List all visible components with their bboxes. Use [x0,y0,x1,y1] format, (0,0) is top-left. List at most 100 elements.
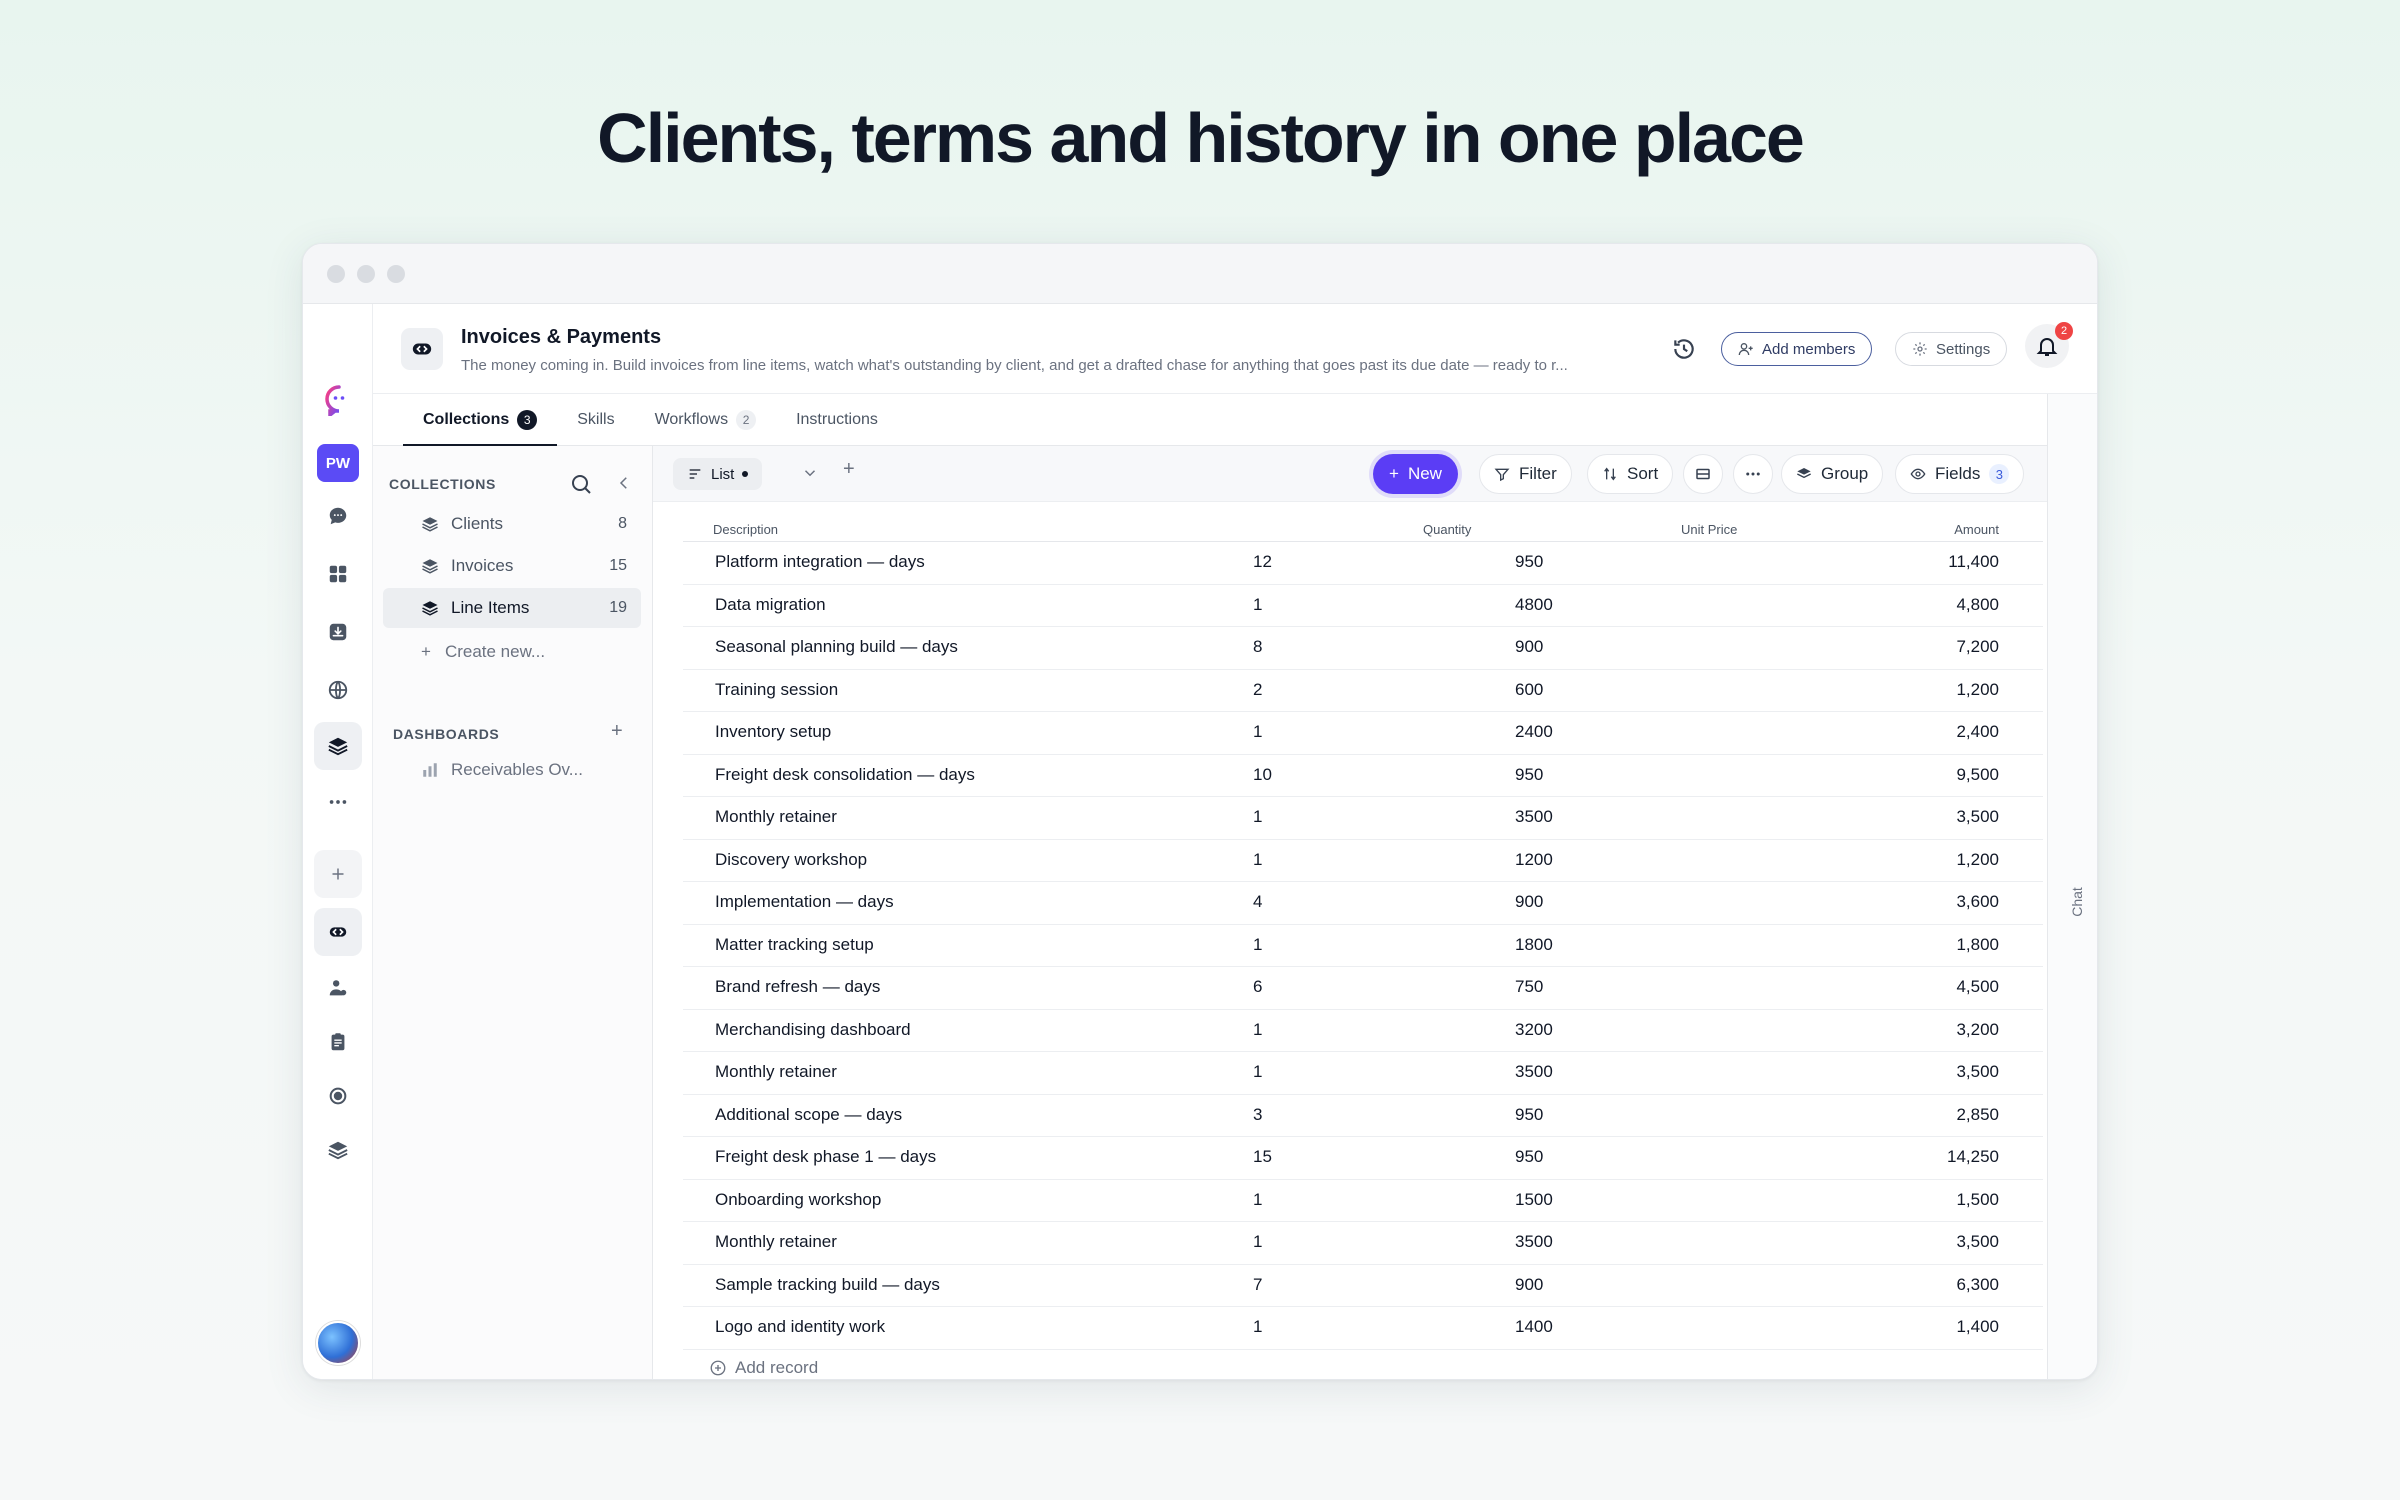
more-options-button[interactable] [1733,454,1773,494]
cell-description[interactable]: Freight desk phase 1 — days [715,1147,936,1167]
cell-unit-price[interactable]: 600 [1515,680,1543,700]
cell-unit-price[interactable]: 4800 [1515,595,1553,615]
cell-amount[interactable]: 4,500 [1956,977,1999,997]
cell-unit-price[interactable]: 750 [1515,977,1543,997]
window-minimize-dot[interactable] [357,264,375,283]
column-header-description[interactable]: Description [713,522,778,537]
cell-quantity[interactable]: 15 [1253,1147,1272,1167]
table-row[interactable]: Monthly retainer 1 3500 3,500 [683,797,2043,840]
cell-description[interactable]: Monthly retainer [715,1062,837,1082]
cell-unit-price[interactable]: 900 [1515,892,1543,912]
cell-quantity[interactable]: 1 [1253,1020,1262,1040]
add-record-button[interactable]: Add record [683,1350,2043,1380]
sidebar-item-clients[interactable]: Clients 8 [383,504,641,544]
create-new-collection[interactable]: + Create new... [421,642,545,662]
table-row[interactable]: Data migration 1 4800 4,800 [683,585,2043,627]
rail-target-icon[interactable] [314,1072,362,1120]
cell-quantity[interactable]: 6 [1253,977,1262,997]
rail-apps-icon[interactable] [314,550,362,598]
rail-chat-icon[interactable] [314,492,362,540]
window-maximize-dot[interactable] [387,264,405,283]
cell-description[interactable]: Monthly retainer [715,807,837,827]
cell-unit-price[interactable]: 900 [1515,637,1543,657]
cell-unit-price[interactable]: 2400 [1515,722,1553,742]
view-selector-list[interactable]: List [673,458,763,490]
cell-unit-price[interactable]: 1800 [1515,935,1553,955]
cell-description[interactable]: Sample tracking build — days [715,1275,940,1295]
cell-description[interactable]: Onboarding workshop [715,1190,881,1210]
rail-more-icon[interactable] [314,778,362,826]
cell-unit-price[interactable]: 950 [1515,552,1543,572]
cell-quantity[interactable]: 1 [1253,1190,1262,1210]
cell-amount[interactable]: 3,600 [1956,892,1999,912]
cell-quantity[interactable]: 7 [1253,1275,1262,1295]
cell-unit-price[interactable]: 900 [1515,1275,1543,1295]
table-row[interactable]: Matter tracking setup 1 1800 1,800 [683,925,2043,967]
cell-unit-price[interactable]: 3500 [1515,807,1553,827]
cell-unit-price[interactable]: 1500 [1515,1190,1553,1210]
new-record-button[interactable]: + New [1373,454,1458,494]
cell-description[interactable]: Matter tracking setup [715,935,874,955]
cell-quantity[interactable]: 1 [1253,1232,1262,1252]
rail-clipboard-icon[interactable] [314,1018,362,1066]
cell-description[interactable]: Logo and identity work [715,1317,885,1337]
cell-quantity[interactable]: 1 [1253,1317,1262,1337]
user-avatar[interactable] [316,1321,360,1365]
cell-quantity[interactable]: 10 [1253,765,1272,785]
add-view-icon[interactable]: + [843,458,855,481]
cell-description[interactable]: Freight desk consolidation — days [715,765,975,785]
window-close-dot[interactable] [327,264,345,283]
sidebar-item-receivables-dashboard[interactable]: Receivables Ov... [421,760,583,780]
cell-quantity[interactable]: 1 [1253,850,1262,870]
table-row[interactable]: Monthly retainer 1 3500 3,500 [683,1052,2043,1095]
cell-quantity[interactable]: 8 [1253,637,1262,657]
cell-quantity[interactable]: 1 [1253,807,1262,827]
cell-amount[interactable]: 2,400 [1956,722,1999,742]
cell-amount[interactable]: 3,200 [1956,1020,1999,1040]
cell-amount[interactable]: 4,800 [1956,595,1999,615]
table-row[interactable]: Platform integration — days 12 950 11,400 [683,542,2043,585]
rail-inbox-icon[interactable] [314,608,362,656]
table-row[interactable]: Seasonal planning build — days 8 900 7,200 [683,627,2043,670]
table-row[interactable]: Inventory setup 1 2400 2,400 [683,712,2043,755]
table-row[interactable]: Brand refresh — days 6 750 4,500 [683,967,2043,1010]
cell-description[interactable]: Platform integration — days [715,552,925,572]
tab-instructions[interactable]: Instructions [776,394,898,446]
cell-quantity[interactable]: 4 [1253,892,1262,912]
cell-unit-price[interactable]: 950 [1515,1147,1543,1167]
tab-workflows[interactable]: Workflows 2 [635,394,777,446]
notifications-button[interactable]: 2 [2025,322,2073,368]
sidebar-item-invoices[interactable]: Invoices 15 [383,546,641,586]
cell-description[interactable]: Inventory setup [715,722,831,742]
cell-unit-price[interactable]: 1200 [1515,850,1553,870]
add-members-button[interactable]: Add members [1721,332,1873,366]
rail-people-icon[interactable] [314,964,362,1012]
chevron-left-icon[interactable] [615,474,633,492]
cell-quantity[interactable]: 3 [1253,1105,1262,1125]
cell-quantity[interactable]: 1 [1253,722,1262,742]
cell-unit-price[interactable]: 950 [1515,765,1543,785]
add-dashboard-icon[interactable]: + [611,720,623,743]
cell-unit-price[interactable]: 3200 [1515,1020,1553,1040]
cell-amount[interactable]: 1,200 [1956,680,1999,700]
table-row[interactable]: Onboarding workshop 1 1500 1,500 [683,1180,2043,1222]
table-row[interactable]: Merchandising dashboard 1 3200 3,200 [683,1010,2043,1052]
sidebar-item-line-items[interactable]: Line Items 19 [383,588,641,628]
cell-amount[interactable]: 7,200 [1956,637,1999,657]
table-row[interactable]: Additional scope — days 3 950 2,850 [683,1095,2043,1137]
group-button[interactable]: Group [1781,454,1884,494]
cell-quantity[interactable]: 12 [1253,552,1272,572]
cell-description[interactable]: Merchandising dashboard [715,1020,911,1040]
cell-quantity[interactable]: 1 [1253,935,1262,955]
cell-quantity[interactable]: 1 [1253,595,1262,615]
cell-description[interactable]: Discovery workshop [715,850,867,870]
cell-description[interactable]: Training session [715,680,838,700]
cell-description[interactable]: Implementation — days [715,892,894,912]
cell-amount[interactable]: 1,200 [1956,850,1999,870]
column-header-unit-price[interactable]: Unit Price [1681,522,1737,537]
rail-add-icon[interactable] [314,850,362,898]
column-header-amount[interactable]: Amount [1954,522,1999,537]
cell-amount[interactable]: 1,500 [1956,1190,1999,1210]
table-row[interactable]: Monthly retainer 1 3500 3,500 [683,1222,2043,1265]
chevron-down-icon[interactable] [801,464,819,482]
